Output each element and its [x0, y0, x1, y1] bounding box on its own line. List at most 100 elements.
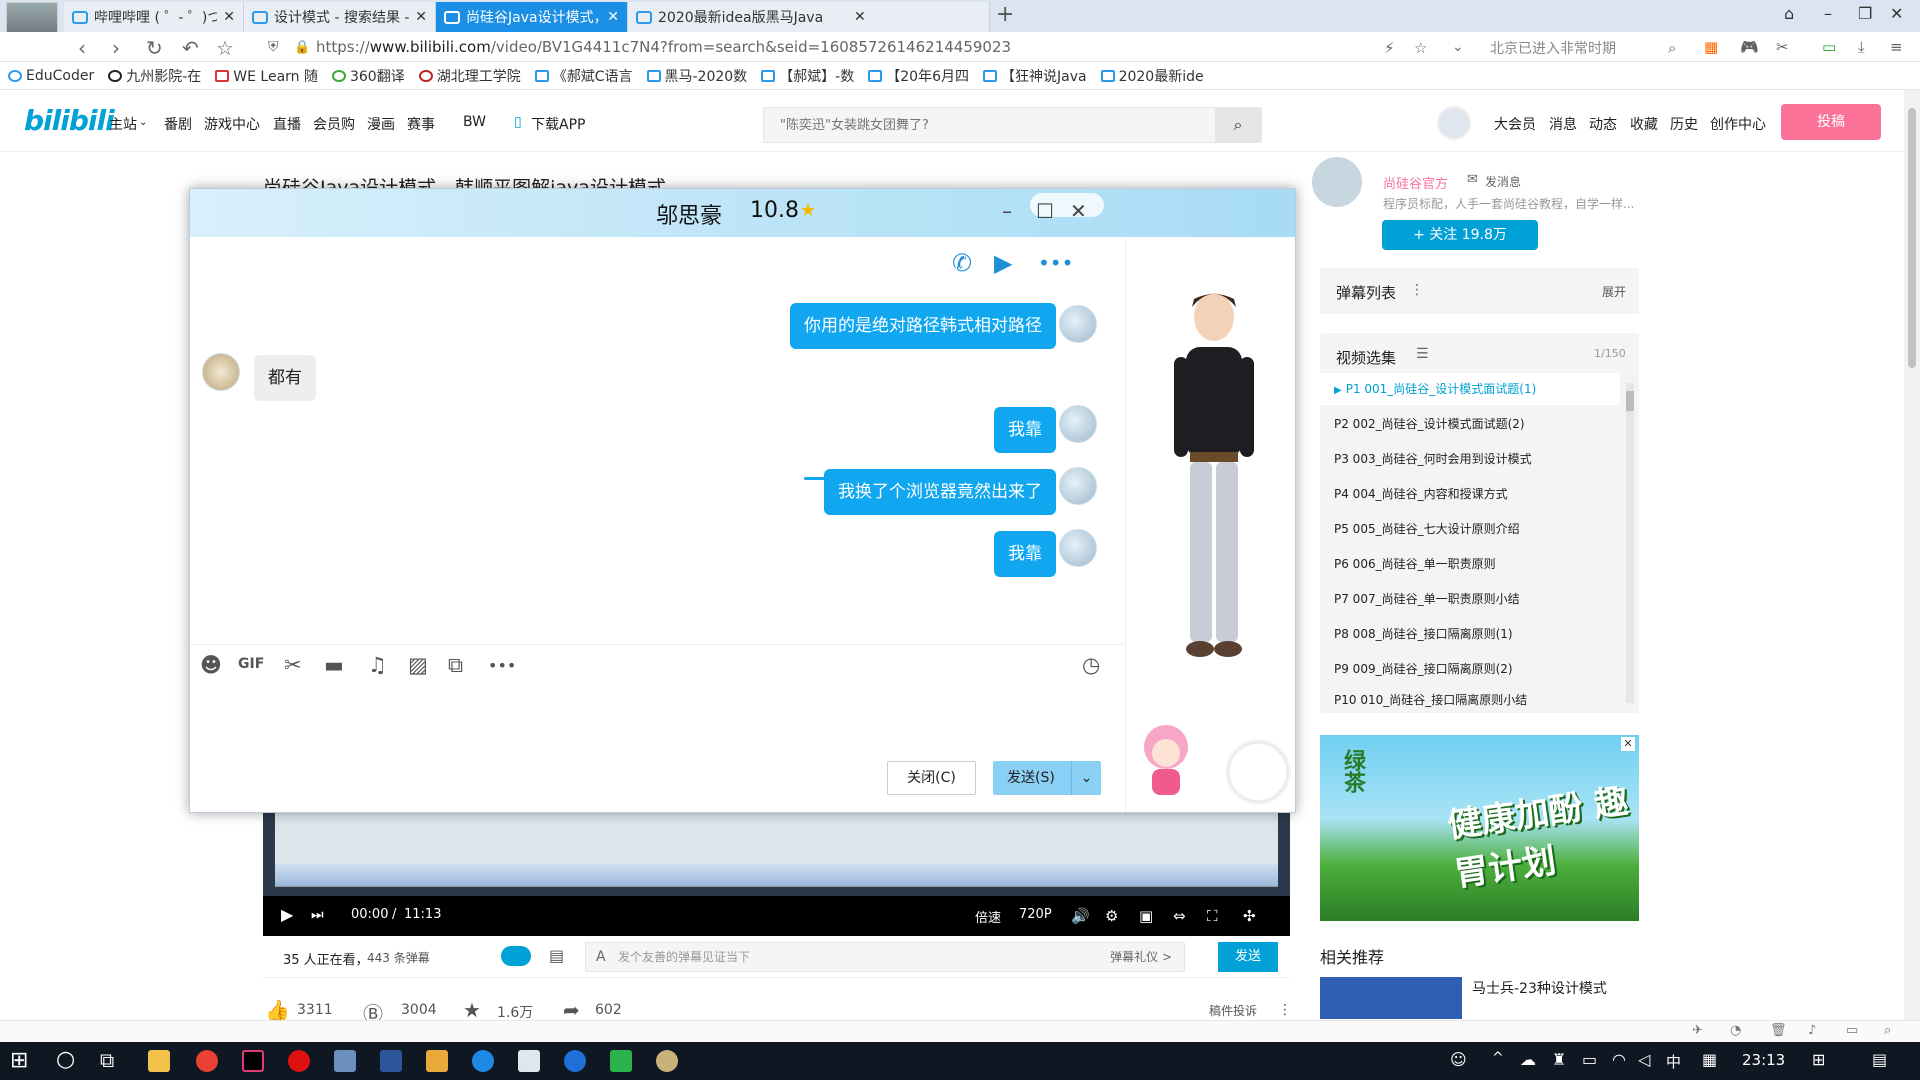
battery-icon[interactable]: ▭: [1822, 38, 1836, 56]
app-icon[interactable]: [518, 1050, 540, 1072]
bookmark-star-icon[interactable]: ☆: [1414, 39, 1427, 57]
emoji-icon[interactable]: ☻: [200, 653, 222, 677]
widescreen-icon[interactable]: ⇔: [1173, 907, 1186, 925]
minimize-icon[interactable]: –: [1002, 199, 1012, 223]
netease-music-icon[interactable]: [288, 1050, 310, 1072]
nav-bw[interactable]: BW: [463, 114, 486, 130]
tab-idea-java[interactable]: 2020最新idea版黑马Java ✕: [628, 2, 990, 32]
play-icon[interactable]: ▶: [281, 905, 293, 924]
scissors-icon[interactable]: ✂: [284, 653, 302, 677]
report-link[interactable]: 稿件投诉: [1209, 1002, 1257, 1019]
episode-item[interactable]: P2 002_尚硅谷_设计模式面试题(2): [1320, 408, 1620, 440]
download-icon[interactable]: ⤓: [1858, 38, 1865, 56]
file-explorer-icon[interactable]: [148, 1050, 170, 1072]
nav-member-shop[interactable]: 会员购: [313, 114, 355, 134]
contact-small-avatar[interactable]: [1228, 742, 1288, 802]
nav-events[interactable]: 赛事: [407, 114, 435, 134]
battery-icon[interactable]: ▭: [1582, 1050, 1597, 1069]
search-input[interactable]: [764, 108, 1204, 142]
scrollbar-thumb[interactable]: [1626, 391, 1634, 411]
text-style-icon[interactable]: A: [596, 943, 606, 971]
app-icon[interactable]: [334, 1050, 356, 1072]
danmaku-etiquette-link[interactable]: 弹幕礼仪 >: [1110, 943, 1172, 971]
search-icon[interactable]: ⌕: [1668, 39, 1676, 57]
share-icon[interactable]: ➦: [563, 998, 580, 1022]
notes-icon[interactable]: [426, 1050, 448, 1072]
my-avatar[interactable]: [1059, 305, 1097, 343]
people-icon[interactable]: ☺: [1450, 1050, 1467, 1069]
forward-icon[interactable]: ›: [112, 36, 120, 60]
nav-creator-center[interactable]: 创作中心: [1710, 114, 1766, 134]
accelerate-icon[interactable]: ✈: [1692, 1023, 1703, 1038]
minimize-icon[interactable]: –: [1824, 4, 1832, 23]
bookmark-item[interactable]: 九州影院-在: [108, 66, 201, 86]
danmaku-list-panel[interactable]: 弹幕列表 ⋮ 展开: [1320, 268, 1639, 314]
image-icon[interactable]: ▨: [408, 653, 428, 677]
nav-vip[interactable]: 大会员: [1494, 114, 1536, 134]
star-icon[interactable]: ☆: [216, 36, 234, 60]
refresh-icon[interactable]: ↻: [146, 36, 163, 60]
follow-button[interactable]: + 关注 19.8万: [1382, 220, 1538, 250]
chevron-down-icon[interactable]: ⌄: [1071, 761, 1101, 795]
intellij-icon[interactable]: [242, 1050, 264, 1072]
episode-item[interactable]: P5 005_尚硅谷_七大设计原则介绍: [1320, 513, 1620, 545]
related-thumbnail[interactable]: [1320, 977, 1462, 1019]
gif-icon[interactable]: GIF: [238, 656, 264, 672]
episode-item[interactable]: P3 003_尚硅谷_何时会用到设计模式: [1320, 443, 1620, 475]
url-field[interactable]: https://www.bilibili.com/video/BV1G4411c…: [316, 38, 1011, 56]
maximize-icon[interactable]: ☐: [1036, 199, 1054, 223]
fullscreen-icon[interactable]: ✣: [1243, 907, 1256, 925]
undo-icon[interactable]: ↶: [182, 36, 199, 60]
bilibili-logo[interactable]: bilibili: [24, 104, 115, 137]
task-view-icon[interactable]: ⧉: [100, 1048, 114, 1072]
list-icon[interactable]: ☰: [1416, 346, 1429, 362]
tab-bilibili-home[interactable]: 哔哩哔哩 ( ゜- ゜)つロ 干杯 ✕: [64, 2, 244, 32]
web-fullscreen-icon[interactable]: ⛶: [1207, 907, 1218, 925]
tab-current-video[interactable]: 尚硅谷Java设计模式，韩 ✕: [436, 2, 628, 32]
nav-dynamics[interactable]: 动态: [1589, 114, 1617, 134]
uploader-name[interactable]: 尚硅谷官方: [1383, 173, 1448, 192]
danmaku-input[interactable]: A 发个友善的弹幕见证当下 弹幕礼仪 >: [585, 942, 1185, 972]
bag-icon[interactable]: ♜: [1552, 1050, 1566, 1069]
keyboard-icon[interactable]: ▦: [1702, 1050, 1717, 1069]
sound-icon[interactable]: ♪: [1808, 1023, 1816, 1038]
nav-bangumi[interactable]: 番剧: [164, 114, 192, 134]
quality-button[interactable]: 720P: [1019, 907, 1052, 922]
expand-link[interactable]: 展开: [1602, 283, 1626, 300]
episode-item[interactable]: P6 006_尚硅谷_单一职责原则: [1320, 548, 1620, 580]
search-circle-icon[interactable]: ○: [56, 1047, 75, 1072]
ime-indicator[interactable]: 中: [1666, 1051, 1681, 1072]
episode-item[interactable]: P8 008_尚硅谷_接口隔离原则(1): [1320, 618, 1620, 650]
history-clock-icon[interactable]: ◷: [1082, 653, 1100, 677]
cloud-icon[interactable]: ☁: [1520, 1050, 1536, 1069]
send-message-link[interactable]: 发消息: [1485, 173, 1521, 190]
scissors-icon[interactable]: ✂: [1776, 38, 1789, 56]
danmaku-settings-icon[interactable]: ▤: [549, 946, 564, 965]
send-button[interactable]: 发送(S) ⌄: [993, 761, 1101, 795]
chevron-up-icon[interactable]: ^: [1492, 1050, 1504, 1066]
bookmark-item[interactable]: 黑马-2020数: [646, 66, 747, 86]
related-item-title[interactable]: 马士兵-23种设计模式: [1472, 978, 1607, 998]
volume-icon[interactable]: ◁: [1638, 1050, 1650, 1069]
nav-manga[interactable]: 漫画: [367, 114, 395, 134]
episode-item[interactable]: P7 007_尚硅谷_单一职责原则小结: [1320, 583, 1620, 615]
wifi-icon[interactable]: ◠: [1612, 1050, 1626, 1069]
bookmark-item[interactable]: EduCoder: [8, 68, 94, 84]
more-icon[interactable]: ⋮: [1410, 282, 1424, 298]
k-app-icon[interactable]: [564, 1050, 586, 1072]
episode-item[interactable]: P10 010_尚硅谷_接口隔离原则小结: [1320, 687, 1620, 713]
nav-download-app[interactable]: 下载APP: [531, 114, 585, 134]
bookmark-item[interactable]: 湖北理工学院: [418, 66, 521, 86]
page-scrollbar[interactable]: [1904, 90, 1920, 1020]
scrollbar-thumb[interactable]: [1908, 108, 1916, 368]
pip-icon[interactable]: ▣: [1139, 907, 1153, 925]
news-ticker[interactable]: 北京已进入非常时期: [1490, 38, 1616, 58]
close-window-icon[interactable]: ✕: [1890, 4, 1903, 23]
shirt-icon[interactable]: ⌂: [1784, 4, 1794, 23]
qq-chat-icon[interactable]: [656, 1050, 678, 1072]
lightning-icon[interactable]: ⚡: [1384, 39, 1395, 57]
uploader-avatar[interactable]: [1310, 155, 1364, 209]
zoom-icon[interactable]: ⌕: [1884, 1023, 1891, 1038]
peer-avatar[interactable]: [202, 353, 240, 391]
bookmark-item[interactable]: WE Learn 随: [215, 66, 318, 86]
